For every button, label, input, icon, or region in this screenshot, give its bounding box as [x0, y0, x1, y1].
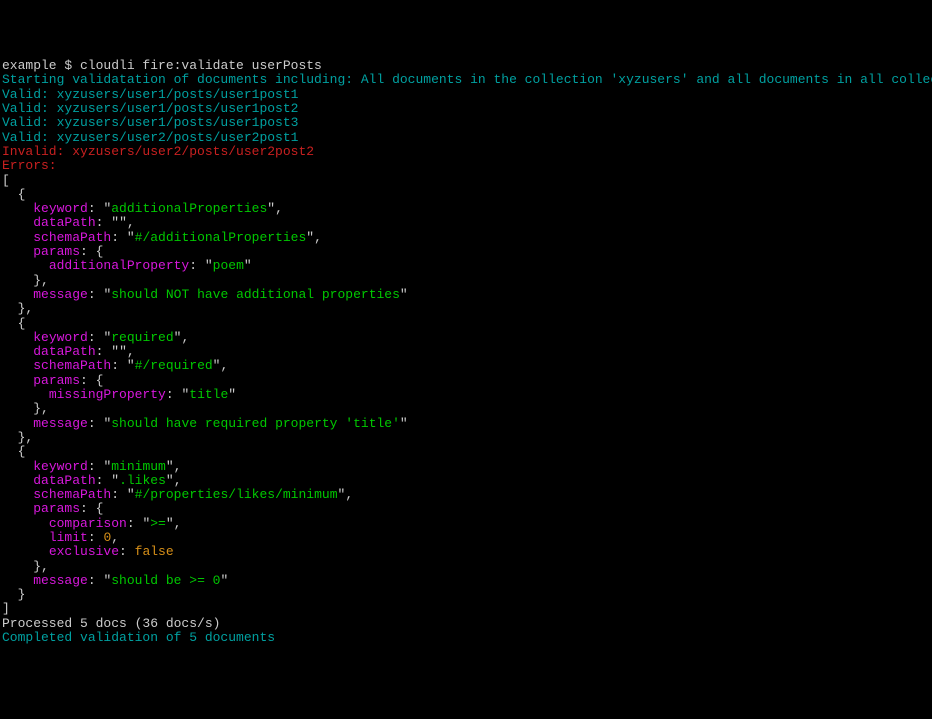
terminal-output: example $ cloudli fire:validate userPost… — [2, 59, 930, 645]
error-schemapath-line: schemaPath: "#/additionalProperties", — [2, 231, 930, 245]
error-datapath-line: dataPath: "", — [2, 216, 930, 230]
error-exclusive-line: exclusive: false — [2, 545, 930, 559]
error-keyword-line: keyword: "required", — [2, 331, 930, 345]
error-params-open: params: { — [2, 374, 930, 388]
invalid-path: xyzusers/user2/posts/user2post2 — [72, 144, 314, 159]
valid-label: Valid: — [2, 115, 57, 130]
error-object-close: }, — [2, 302, 930, 316]
error-keyword-line: keyword: "minimum", — [2, 460, 930, 474]
error-schemapath-line: schemaPath: "#/properties/likes/minimum"… — [2, 488, 930, 502]
error-param-line: missingProperty: "title" — [2, 388, 930, 402]
error-params-open: params: { — [2, 502, 930, 516]
valid-path: xyzusers/user1/posts/user1post1 — [57, 87, 299, 102]
error-comparison-line: comparison: ">=", — [2, 517, 930, 531]
error-datapath-line: dataPath: ".likes", — [2, 474, 930, 488]
valid-path: xyzusers/user1/posts/user1post3 — [57, 115, 299, 130]
error-schemapath-line: schemaPath: "#/required", — [2, 359, 930, 373]
valid-path: xyzusers/user2/posts/user2post1 — [57, 130, 299, 145]
valid-line: Valid: xyzusers/user2/posts/user2post1 — [2, 131, 930, 145]
error-message-line: message: "should NOT have additional pro… — [2, 288, 930, 302]
prompt-prefix: example $ — [2, 58, 80, 73]
error-object-open: { — [2, 317, 930, 331]
valid-line: Valid: xyzusers/user1/posts/user1post2 — [2, 102, 930, 116]
error-params-open: params: { — [2, 245, 930, 259]
bracket-close-array: ] — [2, 602, 930, 616]
error-object-open: { — [2, 445, 930, 459]
valid-line: Valid: xyzusers/user1/posts/user1post1 — [2, 88, 930, 102]
valid-line: Valid: xyzusers/user1/posts/user1post3 — [2, 116, 930, 130]
valid-label: Valid: — [2, 130, 57, 145]
error-datapath-line: dataPath: "", — [2, 345, 930, 359]
error-keyword-line: keyword: "additionalProperties", — [2, 202, 930, 216]
command-text: cloudli fire:validate userPosts — [80, 58, 322, 73]
error-message-line: message: "should be >= 0" — [2, 574, 930, 588]
error-object-open: { — [2, 188, 930, 202]
error-limit-line: limit: 0, — [2, 531, 930, 545]
valid-label: Valid: — [2, 101, 57, 116]
valid-label: Valid: — [2, 87, 57, 102]
errors-header: Errors: — [2, 159, 930, 173]
invalid-label: Invalid: — [2, 144, 72, 159]
processed-message: Processed 5 docs (36 docs/s) — [2, 617, 930, 631]
error-params-close: }, — [2, 274, 930, 288]
invalid-line: Invalid: xyzusers/user2/posts/user2post2 — [2, 145, 930, 159]
error-message-line: message: "should have required property … — [2, 417, 930, 431]
bracket-open-array: [ — [2, 174, 930, 188]
error-params-close: }, — [2, 402, 930, 416]
start-message: Starting validatation of documents inclu… — [2, 73, 930, 87]
error-param-line: additionalProperty: "poem" — [2, 259, 930, 273]
error-object-close: }, — [2, 431, 930, 445]
completed-message: Completed validation of 5 documents — [2, 631, 930, 645]
error-params-close: }, — [2, 560, 930, 574]
valid-path: xyzusers/user1/posts/user1post2 — [57, 101, 299, 116]
error-object-close: } — [2, 588, 930, 602]
